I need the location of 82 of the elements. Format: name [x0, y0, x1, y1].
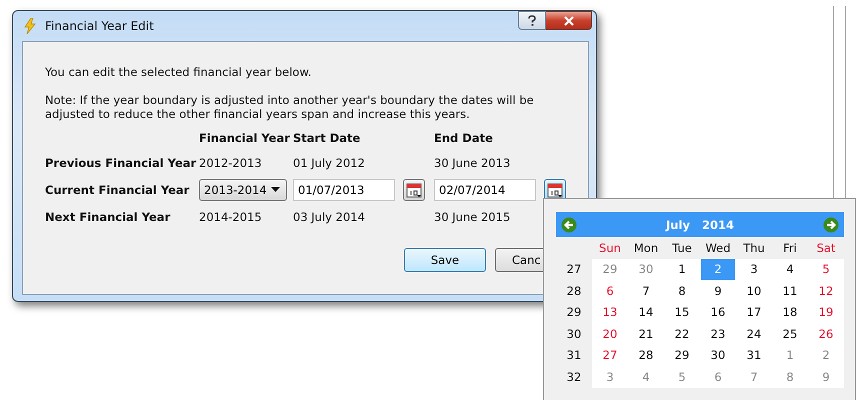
calendar-day[interactable]: 7 [736, 366, 772, 388]
caret-icon [271, 187, 280, 192]
calendar-day[interactable]: 2 [808, 344, 844, 366]
calendar-day[interactable]: 24 [736, 323, 772, 344]
calendar-day[interactable]: 17 [736, 302, 772, 323]
calendar-day[interactable]: 21 [628, 323, 664, 344]
calendar-day[interactable]: 8 [772, 366, 808, 388]
week-number: 30 [566, 326, 582, 343]
calendar-day[interactable]: 30 [700, 344, 736, 366]
weekday-header: Tue [671, 240, 693, 257]
save-button[interactable]: Save [404, 248, 486, 272]
week-number: 29 [566, 304, 582, 322]
close-button[interactable] [546, 11, 592, 30]
calendar-day[interactable]: 16 [700, 302, 736, 323]
calendar-day[interactable]: 20 [592, 323, 628, 344]
weekday-header: Mon [632, 240, 660, 257]
calendar-day[interactable]: 9 [808, 366, 844, 388]
calendar-day[interactable]: 26 [808, 323, 844, 344]
row-label: Previous Financial Year [45, 156, 198, 170]
help-icon [527, 14, 537, 26]
note-text: Note: If the year boundary is adjusted into another year's boundary the dates will be adjusted to reduce the other financial years span and increase this years. [45, 93, 535, 121]
weekday-header: Sat [816, 240, 836, 257]
start-date-value: 03 July 2014 [293, 210, 366, 224]
calendar-day[interactable]: 28 [628, 344, 664, 366]
end-date-value: 30 June 2013 [434, 156, 512, 170]
year-dropdown[interactable]: 2013-2014 [199, 178, 287, 200]
end-date-value: 30 June 2015 [434, 210, 512, 224]
previous-month-button[interactable] [561, 216, 577, 232]
close-icon [562, 16, 574, 26]
calendar-day[interactable]: 6 [592, 280, 628, 302]
calendar-button[interactable] [403, 178, 425, 200]
calendar-button[interactable] [544, 178, 566, 200]
calendar-day[interactable]: 4 [628, 366, 664, 388]
calendar-day[interactable]: 1 [664, 258, 700, 280]
calendar-day[interactable]: 3 [736, 258, 772, 280]
calendar-day[interactable]: 13 [592, 302, 628, 323]
window-title: Financial Year Edit [45, 19, 154, 33]
calendar-day[interactable]: 8 [664, 280, 700, 302]
next-month-button[interactable] [822, 216, 839, 232]
calendar-day[interactable]: 19 [808, 302, 844, 323]
calendar-day[interactable]: 25 [772, 323, 808, 344]
calendar-day[interactable]: 11 [772, 280, 808, 302]
calendar-day[interactable]: 29 [664, 344, 700, 366]
end-date-field[interactable]: 02/07/2014 [434, 178, 536, 200]
calendar-day[interactable]: 12 [808, 280, 844, 302]
column-header: Financial Year [199, 131, 291, 147]
week-number: 28 [566, 282, 582, 300]
calendar-day[interactable]: 23 [700, 323, 736, 344]
calendar-day[interactable]: 30 [628, 258, 664, 280]
calendar-day[interactable]: 6 [700, 366, 736, 388]
calendar-day[interactable]: 7 [628, 280, 664, 302]
week-number: 31 [566, 347, 582, 364]
calendar-day[interactable]: 18 [772, 302, 808, 323]
year-value: 2012-2013 [199, 156, 263, 170]
weekday-header: Sun [598, 240, 622, 257]
column-header: Start Date [293, 131, 362, 147]
calendar-day[interactable]: 9 [700, 280, 736, 302]
row-label: Current Financial Year [45, 182, 190, 196]
calendar-day[interactable]: 27 [592, 344, 628, 366]
calendar-day[interactable]: 10 [736, 280, 772, 302]
help-button[interactable] [518, 11, 546, 30]
calendar-day[interactable]: 31 [736, 344, 772, 366]
row-label: Next Financial Year [45, 210, 172, 224]
start-date-value: 01 July 2012 [293, 156, 366, 170]
calendar-day[interactable]: 14 [628, 302, 664, 323]
calendar-day[interactable]: 22 [664, 323, 700, 344]
calendar-day[interactable]: 15 [664, 302, 700, 323]
year-value: 2014-2015 [199, 210, 263, 224]
weekday-header: Wed [704, 240, 732, 257]
calendar-day[interactable]: 5 [808, 258, 844, 280]
intro-text: You can edit the selected financial year below. [45, 65, 312, 79]
calendar-day[interactable]: 4 [772, 258, 808, 280]
weekday-header: Thu [742, 240, 766, 257]
calendar-day[interactable]: 29 [592, 258, 628, 280]
column-header: End Date [434, 131, 494, 147]
start-date-field[interactable]: 01/07/2013 [293, 178, 395, 200]
week-number: 32 [566, 368, 582, 386]
weekday-header: Fri [782, 240, 798, 257]
calendar-day[interactable]: 5 [664, 366, 700, 388]
calendar-day[interactable]: 1 [772, 344, 808, 366]
lightning-icon [23, 18, 37, 34]
calendar-day[interactable]: 3 [592, 366, 628, 388]
